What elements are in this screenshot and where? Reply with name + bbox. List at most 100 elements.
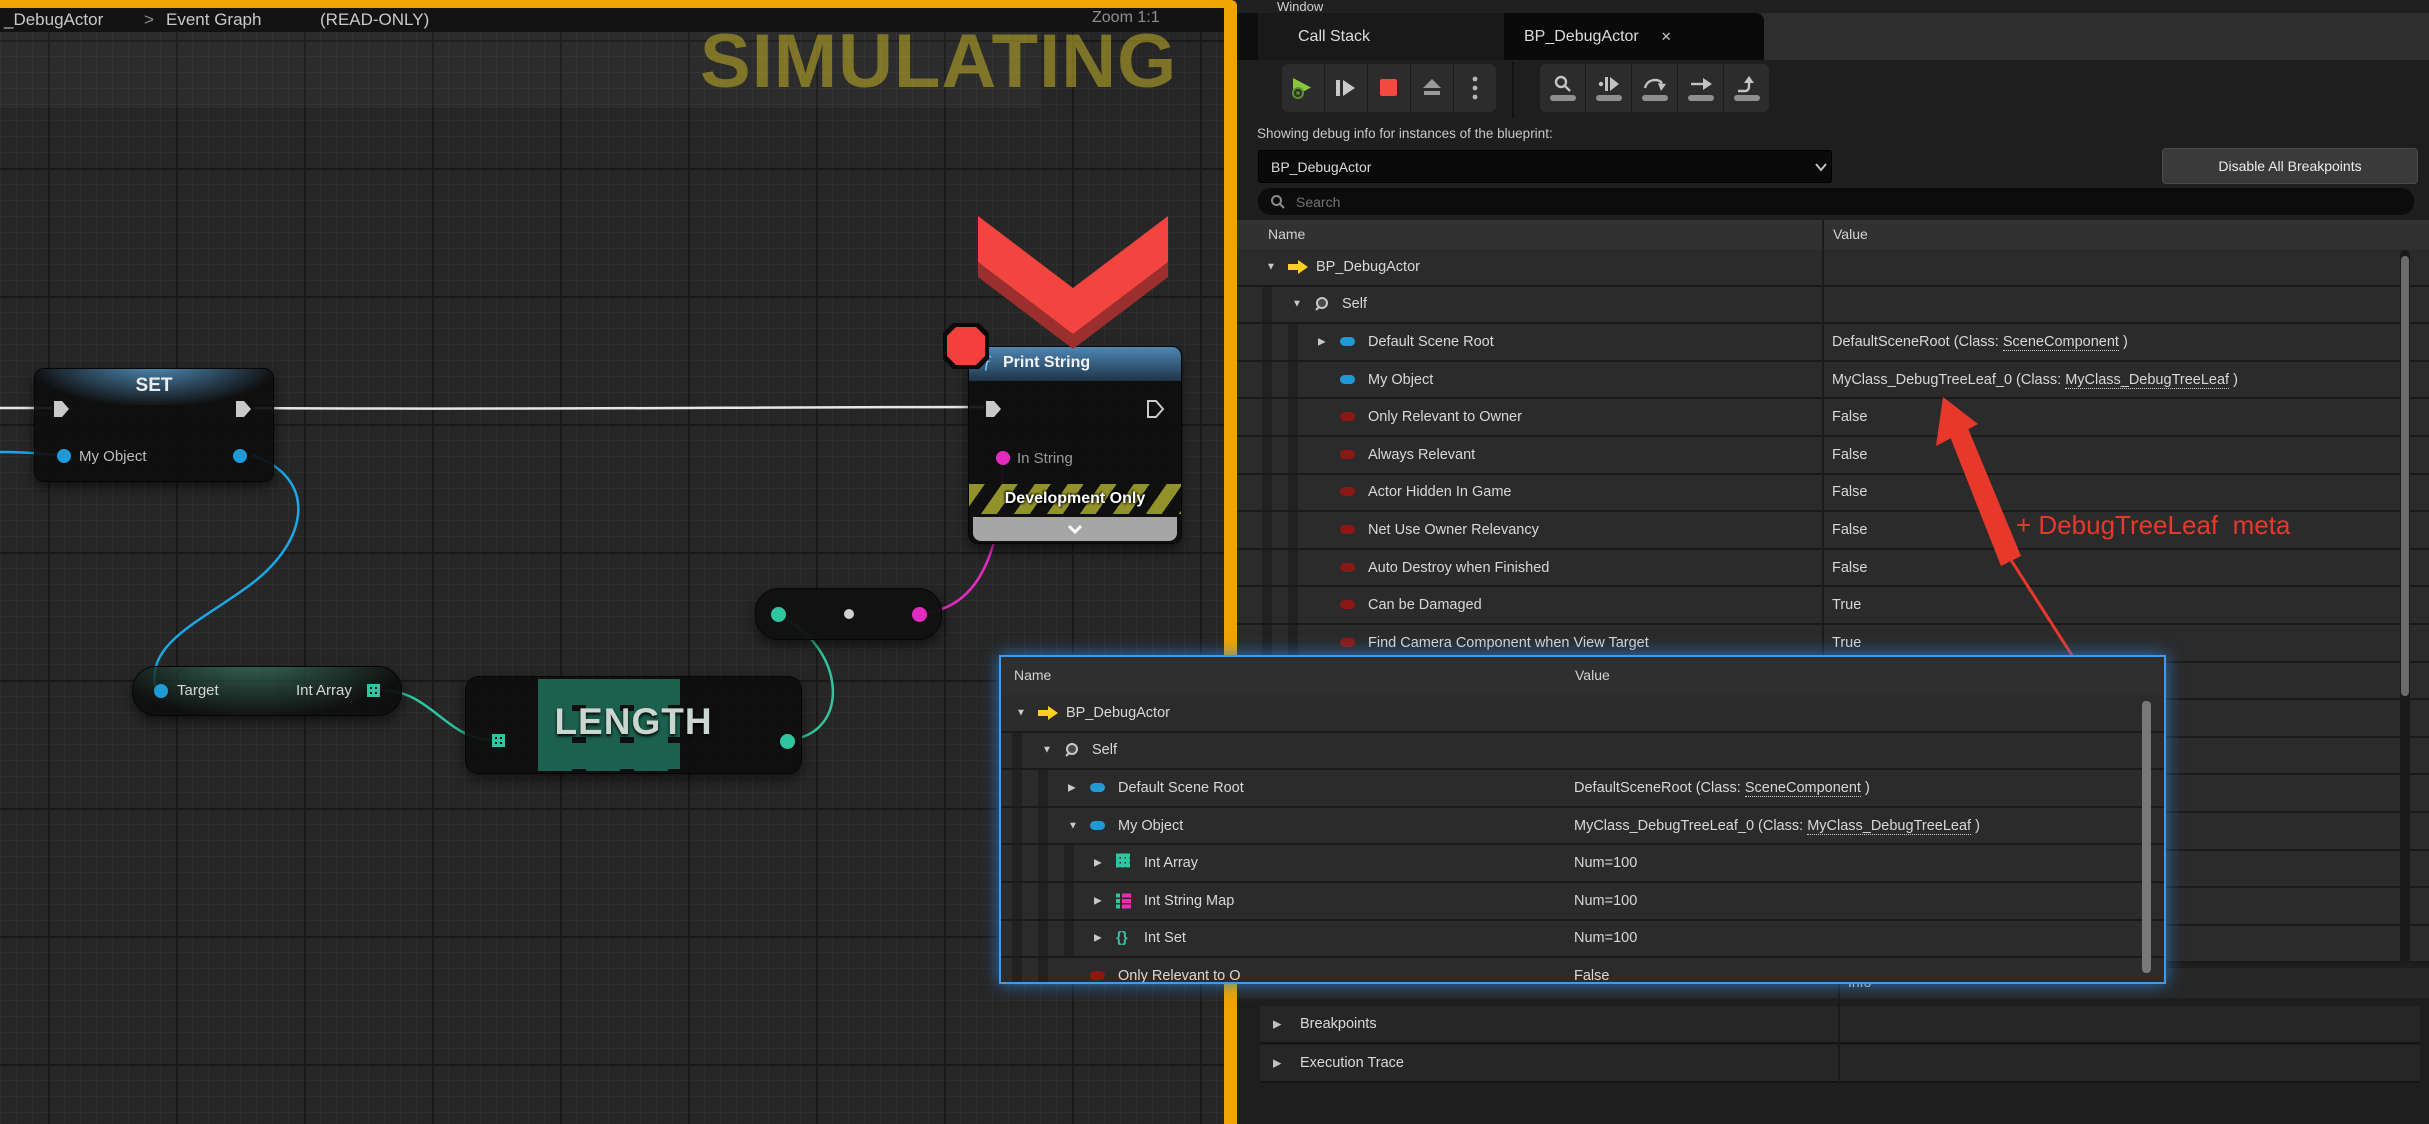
close-icon[interactable]: ✕ [1661,29,1672,45]
expander-icon[interactable]: ▶ [1318,336,1326,347]
reroute-in-pin[interactable] [771,607,786,622]
property-value: False [1832,409,1867,425]
stop-button[interactable] [1367,64,1410,112]
tree-row[interactable]: ▼BP_DebugActor [1001,695,2164,733]
expander-icon[interactable]: ▶ [1094,895,1102,906]
expander-icon[interactable]: ▼ [1266,261,1276,272]
class-link[interactable]: MyClass_DebugTreeLeaf [2065,372,2229,389]
expander-icon[interactable]: ▼ [1016,707,1026,718]
object-pin-icon [1090,821,1105,830]
expander-icon[interactable]: ▶ [1068,782,1076,793]
expand-advanced-button[interactable] [973,517,1177,541]
scrollbar-thumb[interactable] [2401,256,2409,696]
property-name: Can be Damaged [1368,597,1482,613]
step-over-button[interactable] [1631,64,1677,112]
tree-row[interactable]: Always RelevantFalse [1237,437,2429,475]
exec-in-pin[interactable] [51,399,71,419]
print-string-node[interactable]: ƒ Print String In String Development Onl… [968,346,1182,544]
development-only-banner: Development Only [969,484,1181,514]
expander-icon[interactable]: ▶ [1273,1057,1281,1070]
exec-out-pin[interactable] [233,399,253,419]
indent-guide [1262,550,1272,586]
my-object-in-pin[interactable] [57,449,71,463]
step-out-button[interactable] [1677,64,1723,112]
expander-icon[interactable]: ▶ [1273,1018,1281,1031]
step-forward-button[interactable] [1324,64,1367,112]
button-label: Disable All Breakpoints [2218,158,2361,174]
property-name: Int String Map [1144,893,1234,909]
tab-bp-debugactor[interactable]: BP_DebugActor ✕ [1504,13,1764,60]
property-name: Only Relevant to O [1118,968,1241,984]
value-column-header[interactable]: Value [1575,667,1610,683]
indent-guide [1038,958,1048,984]
blueprint-instance-dropdown[interactable]: BP_DebugActor [1258,150,1832,183]
reroute-node[interactable] [755,588,942,640]
exec-out-pin[interactable] [1145,399,1165,419]
indent-guide [1064,921,1074,957]
breadcrumb-blueprint[interactable]: _DebugActor [4,10,103,30]
bool-pin-icon [1340,563,1355,572]
play-debug-button[interactable] [1282,64,1324,112]
indent-guide [1288,399,1298,435]
bottom-column-divider [1838,968,1840,1084]
tree-row[interactable]: Actor Hidden In GameFalse [1237,475,2429,513]
tree-row[interactable]: ▼My ObjectMyClass_DebugTreeLeaf_0 (Class… [1001,808,2164,846]
tree-row[interactable]: ▶Int String MapNum=100 [1001,883,2164,921]
int-array-getter-node[interactable]: Target Int Array [132,666,402,716]
step-up-button[interactable] [1723,64,1769,112]
int-array-out-pin[interactable] [367,684,380,697]
exec-in-pin[interactable] [983,399,1003,419]
tree-row[interactable]: Auto Destroy when FinishedFalse [1237,550,2429,588]
name-column-header[interactable]: Name [1268,226,1305,242]
debug-control-toolbar [1282,64,1496,112]
tree-row[interactable]: ▶Default Scene RootDefaultSceneRoot (Cla… [1001,770,2164,808]
my-object-out-pin[interactable] [233,449,247,463]
tree-row[interactable]: Only Relevant to OwnerFalse [1237,399,2429,437]
indent-guide [1012,808,1022,844]
popup-scrollbar-thumb[interactable] [2142,701,2151,973]
value-column-header[interactable]: Value [1833,226,1868,242]
execution-trace-row[interactable]: ▶ Execution Trace [1260,1045,2420,1083]
disable-all-breakpoints-button[interactable]: Disable All Breakpoints [2162,148,2418,184]
name-column-header[interactable]: Name [1014,667,1051,683]
find-button[interactable] [1540,64,1585,112]
indent-guide [1038,921,1048,957]
tree-row[interactable]: Can be DamagedTrue [1237,587,2429,625]
step-into-button[interactable] [1585,64,1631,112]
tree-row[interactable]: Only Relevant to OFalse [1001,958,2164,984]
property-name: Int Set [1144,930,1186,946]
breadcrumb-graph[interactable]: Event Graph [166,10,261,30]
length-out-pin[interactable] [780,734,795,749]
eject-button[interactable] [1410,64,1453,112]
expander-icon[interactable]: ▼ [1042,745,1052,756]
tree-row[interactable]: ▶Default Scene RootDefaultSceneRoot (Cla… [1237,324,2429,362]
menu-item-window[interactable]: Window [1277,0,1323,13]
expander-icon[interactable]: ▶ [1094,858,1102,869]
expander-icon[interactable]: ▼ [1068,820,1078,831]
class-link[interactable]: SceneComponent [2003,334,2119,351]
length-in-pin[interactable] [492,734,505,747]
tab-label: Call Stack [1298,28,1370,46]
indent-guide [1262,512,1272,548]
breakpoints-row[interactable]: ▶ Breakpoints [1260,1006,2420,1044]
search-field[interactable] [1258,188,2414,215]
class-link[interactable]: SceneComponent [1745,780,1861,797]
tab-call-stack[interactable]: Call Stack [1258,13,1540,60]
set-node[interactable]: SET My Object [34,368,274,482]
expander-icon[interactable]: ▶ [1094,933,1102,944]
scrollbar-track[interactable] [2400,250,2410,963]
class-link[interactable]: MyClass_DebugTreeLeaf [1807,818,1971,835]
reroute-out-pin[interactable] [912,607,927,622]
expander-icon[interactable]: ▼ [1292,299,1302,310]
tree-row[interactable]: ▶{}Int SetNum=100 [1001,921,2164,959]
search-input[interactable] [1294,193,2338,211]
tree-row[interactable]: ▼BP_DebugActor [1237,249,2429,287]
target-pin[interactable] [154,684,168,698]
tree-row[interactable]: ▼Self [1237,287,2429,325]
array-length-node[interactable]: LENGTH [465,676,802,774]
in-string-pin[interactable] [996,451,1010,465]
tree-row[interactable]: My ObjectMyClass_DebugTreeLeaf_0 (Class:… [1237,362,2429,400]
tree-row[interactable]: ▼Self [1001,733,2164,771]
tree-row[interactable]: ▶Int ArrayNum=100 [1001,845,2164,883]
more-options-button[interactable] [1453,64,1496,112]
